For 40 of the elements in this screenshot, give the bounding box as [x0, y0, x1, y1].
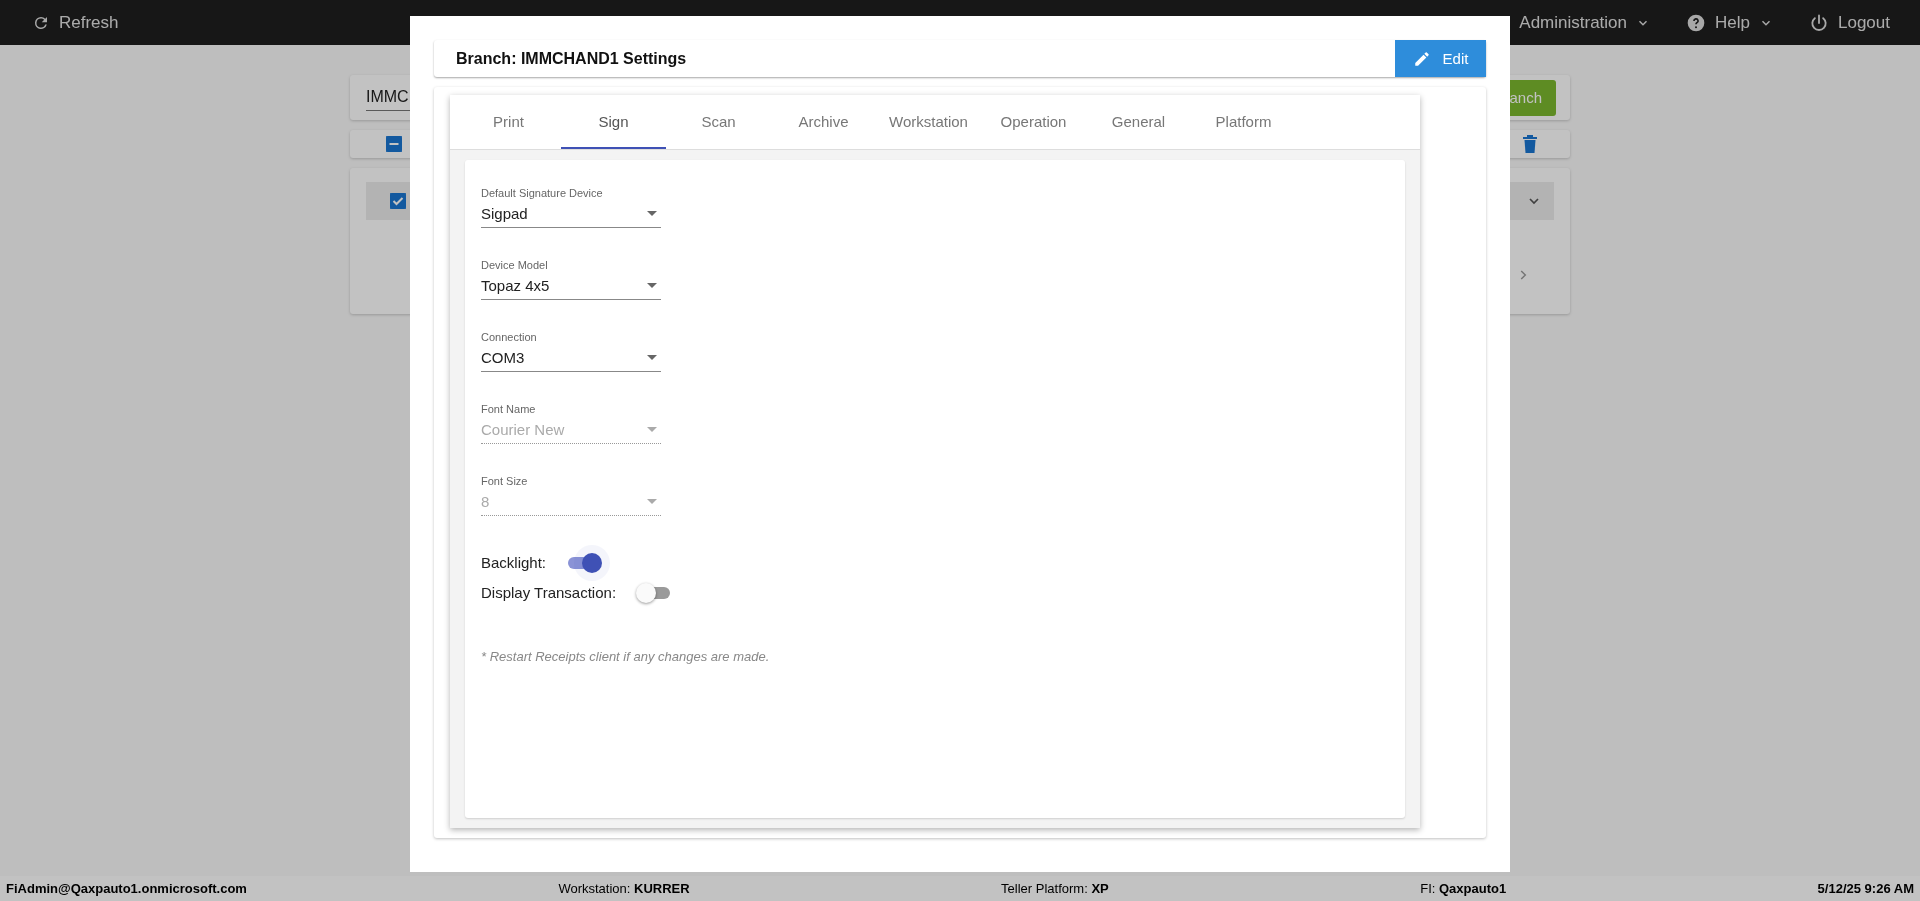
restart-note: * Restart Receipts client if any changes are made.	[481, 649, 771, 664]
power-icon	[1809, 12, 1829, 33]
tab[interactable]: General	[1086, 95, 1191, 149]
logout-button[interactable]: Logout	[1809, 12, 1890, 33]
tab[interactable]: Operation	[981, 95, 1086, 149]
administration-menu[interactable]: Administration	[1519, 12, 1651, 33]
field-label: Default Signature Device	[481, 187, 604, 199]
indeterminate-checkbox[interactable]	[386, 136, 402, 152]
edit-button[interactable]: Edit	[1395, 40, 1486, 77]
help-menu[interactable]: Help	[1686, 12, 1773, 33]
user-email: FiAdmin@Qaxpauto1.onmicrosoft.com	[6, 881, 247, 896]
dropdown-arrow-icon	[647, 427, 657, 432]
date-time: 5/12/25 9:26 AM	[1817, 881, 1914, 896]
select-field[interactable]: COM3	[481, 347, 661, 372]
select-field[interactable]: Topaz 4x5	[481, 275, 661, 300]
tab[interactable]: Workstation	[876, 95, 981, 149]
tab[interactable]: Archive	[771, 95, 876, 149]
toggle-label: Backlight:	[481, 553, 547, 571]
trash-icon[interactable]	[1522, 135, 1538, 153]
tab[interactable]: Scan	[666, 95, 771, 149]
tab[interactable]: Platform	[1191, 95, 1296, 149]
dropdown-arrow-icon	[647, 499, 657, 504]
toggle-label: Display Transaction:	[481, 583, 617, 601]
dropdown-arrow-icon	[647, 211, 657, 216]
dialog-title: Branch: IMMCHAND1 Settings	[456, 49, 687, 68]
refresh-button[interactable]: Refresh	[32, 12, 119, 33]
field-label: Font Size	[481, 475, 529, 487]
platform-info: Teller Platform: XP	[1001, 881, 1109, 896]
help-icon	[1686, 12, 1707, 33]
select-field[interactable]: Sigpad	[481, 203, 661, 228]
pencil-icon	[1412, 49, 1431, 68]
workstation-info: Workstation: KURRER	[558, 881, 690, 896]
dropdown-arrow-icon	[647, 355, 657, 360]
checkbox[interactable]	[390, 193, 406, 209]
dropdown-arrow-icon	[647, 283, 657, 288]
field-label: Font Name	[481, 403, 537, 415]
fi-info: FI: Qaxpauto1	[1420, 881, 1507, 896]
field-label: Connection	[481, 331, 538, 343]
tab[interactable]: Print	[456, 95, 561, 149]
field-label: Device Model	[481, 259, 549, 271]
